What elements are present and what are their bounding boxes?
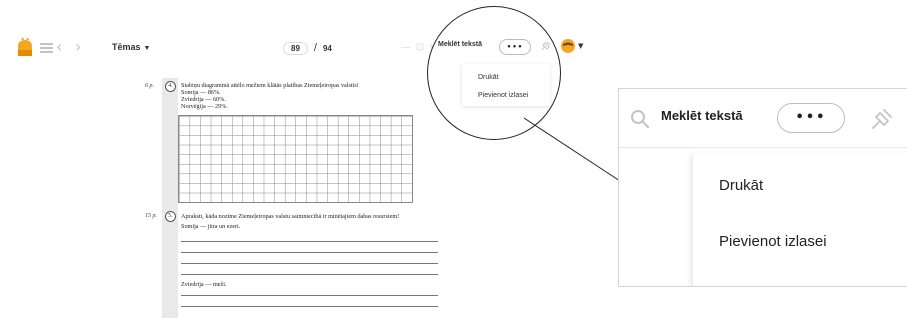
- total-pages: 94: [322, 43, 332, 53]
- pin-icon[interactable]: [869, 106, 895, 132]
- chevron-right-icon[interactable]: ›: [75, 37, 81, 57]
- chevron-left-icon[interactable]: ‹: [56, 37, 62, 57]
- task-text: Somija — jūra un ezeri.: [181, 223, 241, 230]
- search-label[interactable]: Meklēt tekstā: [661, 108, 743, 123]
- page-gutter: [162, 78, 178, 318]
- more-button[interactable]: •••: [777, 103, 845, 133]
- answer-line[interactable]: [181, 274, 438, 275]
- task-text: Norvēģija — 29%.: [181, 103, 228, 110]
- page-separator: /: [313, 42, 317, 54]
- page-indicator: 89 / 94: [283, 40, 332, 56]
- menu-item-print[interactable]: Drukāt: [719, 177, 763, 194]
- answer-line[interactable]: [181, 306, 438, 307]
- chevron-down-icon[interactable]: ▼: [578, 42, 583, 50]
- menu-icon[interactable]: [40, 43, 53, 53]
- divider: [619, 147, 907, 148]
- answer-line[interactable]: [181, 241, 438, 242]
- task-text: Apraksti, kāda nozīme Ziemeļeiropas vals…: [181, 213, 400, 220]
- answer-line[interactable]: [181, 252, 438, 253]
- magnifier-circle: [427, 6, 561, 140]
- task-points: 6 p.: [145, 83, 154, 89]
- task-sublabel: Zviedrija — meži.: [181, 281, 227, 288]
- logo-icon[interactable]: [15, 37, 35, 59]
- avatar-icon[interactable]: [560, 38, 576, 54]
- task-number: 5.: [165, 211, 176, 222]
- task-points: 15 p.: [145, 213, 157, 219]
- current-page-input[interactable]: 89: [283, 41, 308, 55]
- topics-dropdown[interactable]: Tēmas ▼: [112, 42, 150, 52]
- search-icon[interactable]: [630, 109, 650, 129]
- menu-item-add-to-favorites[interactable]: Pievienot izlasei: [719, 233, 827, 250]
- zoomed-more-menu: Drukāt Pievienot izlasei: [693, 153, 907, 286]
- topics-label: Tēmas: [112, 42, 141, 52]
- answer-line[interactable]: [181, 295, 438, 296]
- chart-grid[interactable]: [178, 115, 413, 203]
- answer-line[interactable]: [181, 263, 438, 264]
- task-number: 4.: [165, 81, 176, 92]
- chevron-down-icon: ▼: [143, 45, 151, 52]
- zoom-panel: Meklēt tekstā ••• Drukāt Pievienot izlas…: [618, 88, 907, 287]
